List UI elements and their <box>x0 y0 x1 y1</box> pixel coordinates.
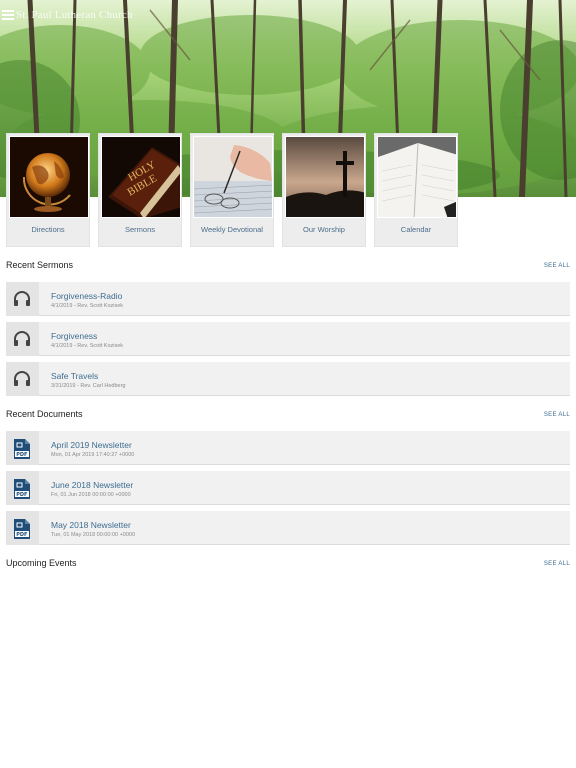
sermon-row[interactable]: Forgiveness-Radio 4/1/2019 - Rev. Scott … <box>6 282 570 316</box>
recent-sermons-title: Recent Sermons <box>6 260 74 270</box>
document-row[interactable]: PDF June 2018 Newsletter Fri, 01 Jun 201… <box>6 471 570 505</box>
tile-calendar[interactable]: Calendar <box>374 133 458 247</box>
globe-image <box>9 136 89 218</box>
recent-documents-see-all-link[interactable]: SEE ALL <box>544 412 570 418</box>
upcoming-events-title: Upcoming Events <box>6 558 77 568</box>
sermon-subtitle: 3/31/2019 - Rev. Carl Hedberg <box>51 383 126 389</box>
document-date: Tue, 01 May 2018 00:00:00 +0000 <box>51 532 136 538</box>
document-date: Mon, 01 Apr 2019 17:40:27 +0000 <box>51 452 135 458</box>
tile-label: Our Worship <box>303 225 345 234</box>
sermon-subtitle: 4/1/2019 - Rev. Scott Kozisek <box>51 343 124 349</box>
tile-our-worship[interactable]: Our Worship <box>282 133 366 247</box>
writing-hand-image <box>193 136 273 218</box>
tile-weekly-devotional[interactable]: Weekly Devotional <box>190 133 274 247</box>
sermon-row[interactable]: Forgiveness 4/1/2019 - Rev. Scott Kozise… <box>6 322 570 356</box>
pdf-icon: PDF <box>6 431 39 465</box>
tile-label: Calendar <box>400 225 432 234</box>
tile-label: Sermons <box>124 225 155 234</box>
tile-sermons[interactable]: HOLY BIBLE Sermons <box>98 133 182 247</box>
sermon-title: Forgiveness <box>51 331 98 341</box>
sermon-title: Safe Travels <box>51 371 99 381</box>
headphones-icon <box>6 282 39 316</box>
document-row[interactable]: PDF May 2018 Newsletter Tue, 01 May 2018… <box>6 511 570 545</box>
hamburger-icon <box>2 10 14 12</box>
document-row[interactable]: PDF April 2019 Newsletter Mon, 01 Apr 20… <box>6 431 570 465</box>
upcoming-events-see-all-link[interactable]: SEE ALL <box>544 561 570 567</box>
svg-text:PDF: PDF <box>16 492 27 498</box>
headphones-icon <box>6 322 39 356</box>
svg-text:PDF: PDF <box>16 532 27 538</box>
recent-sermons-see-all-link[interactable]: SEE ALL <box>544 263 570 269</box>
cross-sunset-image <box>285 136 365 218</box>
planner-image <box>377 136 457 218</box>
pdf-icon: PDF <box>6 511 39 545</box>
document-title: June 2018 Newsletter <box>51 480 134 490</box>
app-title: St. Paul Lutheran Church <box>16 9 133 21</box>
svg-text:PDF: PDF <box>16 452 27 458</box>
tile-label: Directions <box>31 225 65 234</box>
sermon-row[interactable]: Safe Travels 3/31/2019 - Rev. Carl Hedbe… <box>6 362 570 396</box>
document-title: April 2019 Newsletter <box>51 440 132 450</box>
recent-documents-title: Recent Documents <box>6 409 83 419</box>
bible-image: HOLY BIBLE <box>101 136 181 218</box>
menu-button[interactable] <box>2 10 14 20</box>
document-date: Fri, 01 Jun 2018 00:00:00 +0000 <box>51 492 131 498</box>
sermon-subtitle: 4/1/2019 - Rev. Scott Kozisek <box>51 303 124 309</box>
pdf-icon: PDF <box>6 471 39 505</box>
tile-label: Weekly Devotional <box>201 225 263 234</box>
headphones-icon <box>6 362 39 396</box>
tile-directions[interactable]: Directions <box>6 133 90 247</box>
sermon-title: Forgiveness-Radio <box>51 291 123 301</box>
document-title: May 2018 Newsletter <box>51 520 131 530</box>
